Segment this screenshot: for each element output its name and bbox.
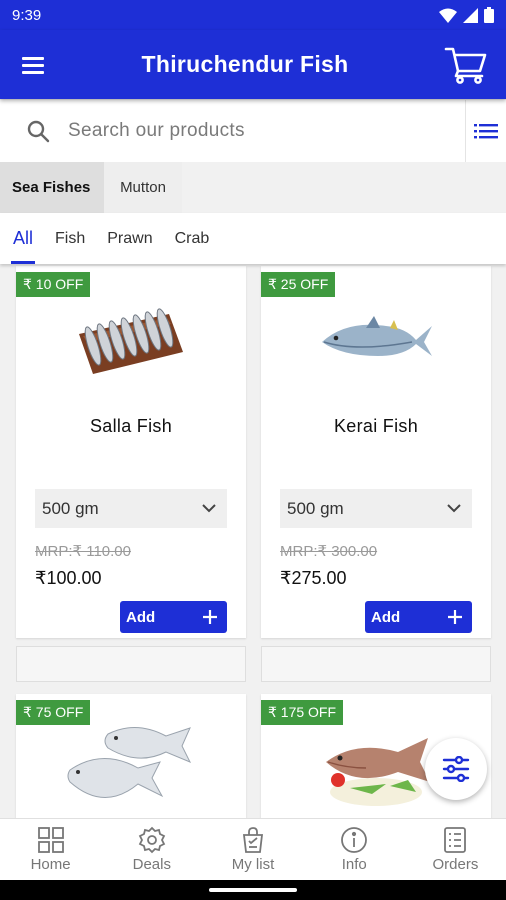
sale-price: ₹275.00 — [280, 568, 347, 588]
pomfret-image[interactable] — [16, 722, 246, 812]
status-bar: 9:39 — [0, 0, 506, 30]
product-card: ₹ 25 OFF Kerai Fish 500 gm MRP:₹ 300.00 … — [261, 266, 491, 638]
nav-info[interactable]: Info — [304, 819, 405, 880]
mrp-price: MRP:₹ 300.00 — [280, 543, 378, 560]
shopping-bag-icon — [242, 827, 264, 853]
tab-all[interactable]: All — [10, 213, 36, 264]
product-card: ₹ 75 OFF — [16, 694, 246, 818]
cart-icon[interactable] — [444, 45, 488, 85]
search-placeholder: Search our products — [68, 120, 245, 141]
add-button[interactable]: Add — [365, 601, 472, 633]
status-icons — [439, 7, 494, 23]
info-icon — [341, 827, 368, 853]
plus-icon — [448, 610, 462, 624]
home-gesture-handle[interactable] — [209, 888, 297, 892]
tab-fish[interactable]: Fish — [55, 213, 85, 264]
add-label: Add — [371, 608, 401, 626]
sale-price: ₹100.00 — [35, 568, 102, 588]
chevron-down-icon — [202, 504, 216, 513]
add-label: Add — [126, 608, 156, 626]
chevron-down-icon — [447, 504, 461, 513]
gesture-bar — [0, 880, 506, 900]
product-grid: ₹ 10 OFF Salla Fish 500 gm MRP:₹ 110.00 … — [0, 264, 506, 818]
list-view-icon[interactable] — [466, 123, 506, 139]
salla-fish-image[interactable] — [16, 290, 246, 390]
app-title: Thiruchendur Fish — [141, 51, 349, 77]
add-button[interactable]: Add — [120, 601, 227, 633]
wifi-icon — [439, 8, 457, 23]
product-card: ₹ 10 OFF Salla Fish 500 gm MRP:₹ 110.00 … — [16, 266, 246, 638]
product-name[interactable]: Kerai Fish — [261, 416, 491, 437]
nav-orders-label: Orders — [432, 856, 479, 873]
quantity-select[interactable]: 500 gm — [280, 489, 472, 528]
status-time: 9:39 — [12, 6, 42, 24]
nav-my-list[interactable]: My list — [202, 819, 303, 880]
nav-info-label: Info — [341, 856, 367, 873]
kerai-fish-image[interactable] — [261, 290, 491, 390]
quantity-value: 500 gm — [287, 498, 344, 518]
quantity-select[interactable]: 500 gm — [35, 489, 227, 528]
tab-crab[interactable]: Crab — [175, 213, 210, 264]
search-bar: Search our products — [0, 100, 506, 162]
home-grid-icon — [37, 827, 64, 853]
battery-icon — [484, 7, 494, 23]
sub-tabs: All Fish Prawn Crab — [0, 213, 506, 264]
plus-icon — [203, 610, 217, 624]
quantity-value: 500 gm — [42, 498, 99, 518]
mrp-price: MRP:₹ 110.00 — [35, 543, 131, 560]
tab-mutton[interactable]: Mutton — [104, 162, 182, 213]
menu-icon[interactable] — [20, 55, 46, 75]
tab-prawn[interactable]: Prawn — [107, 213, 152, 264]
nav-home[interactable]: Home — [0, 819, 101, 880]
card-footer — [261, 646, 491, 682]
app-bar: Thiruchendur Fish — [0, 30, 506, 99]
signal-icon — [463, 7, 478, 23]
category-tabs: Sea Fishes Mutton — [0, 162, 506, 213]
search-input[interactable]: Search our products — [0, 100, 466, 162]
nav-deals[interactable]: Deals — [101, 819, 202, 880]
nav-home-label: Home — [30, 856, 71, 873]
nav-deals-label: Deals — [132, 856, 171, 873]
filter-button[interactable] — [425, 738, 487, 800]
filter-sliders-icon — [442, 756, 470, 782]
orders-list-icon — [444, 827, 467, 853]
nav-my-list-label: My list — [231, 856, 275, 873]
bottom-nav: Home Deals My list Info Orders — [0, 818, 506, 880]
product-name[interactable]: Salla Fish — [16, 416, 246, 437]
search-icon — [27, 120, 50, 143]
tab-sea-fishes[interactable]: Sea Fishes — [0, 162, 104, 213]
card-footer — [16, 646, 246, 682]
nav-orders[interactable]: Orders — [405, 819, 506, 880]
deals-badge-icon — [138, 826, 166, 854]
